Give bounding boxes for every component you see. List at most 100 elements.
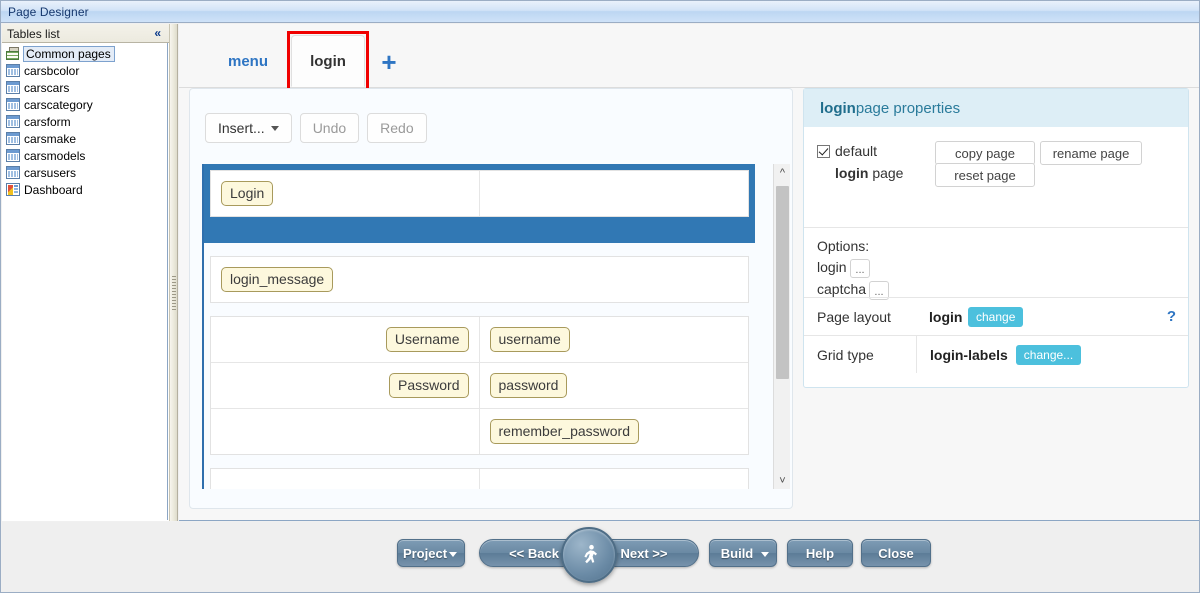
page-designer-window: Page Designer Tables list « Common pages… bbox=[0, 0, 1200, 593]
splitter-grip-icon bbox=[172, 276, 176, 310]
sidebar-item-carsmake[interactable]: carsmake bbox=[2, 130, 167, 147]
page-name-line: login page bbox=[835, 165, 903, 181]
sidebar-item-label: carsform bbox=[24, 115, 71, 129]
field-username[interactable]: username bbox=[490, 327, 570, 352]
field-login-message[interactable]: login_message bbox=[221, 267, 333, 292]
option-captcha-label: captcha bbox=[817, 281, 866, 297]
tab-login[interactable]: login bbox=[291, 35, 365, 87]
header-cell-right bbox=[480, 171, 749, 216]
page-properties-panel: login page properties default login page… bbox=[803, 88, 1189, 388]
canvas-vertical-scrollbar[interactable]: ^ ˅ bbox=[773, 164, 790, 489]
default-checkbox[interactable] bbox=[817, 145, 830, 158]
sidebar-item-label: carsmodels bbox=[24, 149, 85, 163]
table-icon bbox=[6, 166, 20, 179]
label-cell: Password bbox=[211, 363, 480, 408]
sidebar-item-carsform[interactable]: carsform bbox=[2, 113, 167, 130]
insert-button[interactable]: Insert... bbox=[205, 113, 292, 143]
common-pages-icon bbox=[6, 47, 20, 60]
table-row: remember_password bbox=[211, 408, 748, 454]
page-name-strong: login bbox=[835, 165, 868, 181]
copy-page-button[interactable]: copy page bbox=[935, 141, 1035, 165]
designer-toolbar: Insert... Undo Redo bbox=[205, 113, 427, 143]
properties-header: login page properties bbox=[804, 89, 1188, 127]
scroll-up-icon[interactable]: ^ bbox=[774, 164, 791, 181]
page-layout-change-button[interactable]: change bbox=[968, 307, 1023, 327]
sidebar-item-carsusers[interactable]: carsusers bbox=[2, 164, 167, 181]
sidebar-item-carscategory[interactable]: carscategory bbox=[2, 96, 167, 113]
chevron-down-icon bbox=[761, 552, 769, 557]
label-cell bbox=[211, 409, 480, 454]
field-username-label[interactable]: Username bbox=[386, 327, 469, 352]
sidebar-item-carsmodels[interactable]: carsmodels bbox=[2, 147, 167, 164]
properties-section-page-layout: Page layout login change ? bbox=[804, 297, 1188, 335]
add-page-icon[interactable]: + bbox=[375, 49, 403, 77]
build-button[interactable]: Build bbox=[709, 539, 777, 567]
close-button[interactable]: Close bbox=[861, 539, 931, 567]
next-block bbox=[204, 468, 755, 489]
message-cell: login_message bbox=[211, 257, 748, 302]
page-layout-canvas[interactable]: Login login_message bbox=[202, 164, 772, 489]
header-band: Login bbox=[204, 164, 755, 243]
option-login-button[interactable]: ... bbox=[850, 259, 870, 278]
grid-type-value: login-labels bbox=[930, 347, 1008, 363]
message-row: login_message bbox=[210, 256, 749, 303]
navigation-group: << Back Next >> bbox=[479, 539, 699, 567]
page-layout-label: Page layout bbox=[817, 309, 891, 325]
page-layout-content: Login login_message bbox=[202, 164, 755, 489]
table-icon bbox=[6, 64, 20, 77]
properties-section-page: default login page copy page rename page… bbox=[804, 127, 1188, 227]
window-titlebar: Page Designer bbox=[1, 1, 1199, 23]
sidebar-item-carsbcolor[interactable]: carsbcolor bbox=[2, 62, 167, 79]
tables-list-sidebar: Tables list « Common pages carsbcolor ca… bbox=[2, 24, 169, 521]
form-block: Username username Password bbox=[204, 316, 755, 455]
collapse-sidebar-icon[interactable]: « bbox=[154, 26, 161, 40]
dashboard-icon bbox=[6, 183, 20, 196]
table-row: Password password bbox=[211, 362, 748, 408]
help-question-icon[interactable]: ? bbox=[1167, 308, 1176, 325]
options-title: Options: bbox=[817, 238, 869, 254]
properties-header-suffix: page properties bbox=[856, 100, 960, 117]
sidebar-splitter[interactable] bbox=[169, 24, 178, 521]
main-content-area: menu login + Insert... Undo Redo bbox=[179, 24, 1199, 521]
run-button[interactable] bbox=[561, 527, 617, 583]
chevron-down-icon bbox=[449, 552, 457, 557]
sidebar-item-dashboard[interactable]: Dashboard bbox=[2, 181, 167, 198]
redo-button[interactable]: Redo bbox=[367, 113, 426, 143]
page-name-suffix: page bbox=[868, 165, 903, 181]
value-cell: remember_password bbox=[480, 409, 749, 454]
sidebar-item-label: carscars bbox=[24, 81, 69, 95]
table-icon bbox=[6, 81, 20, 94]
label-cell: Username bbox=[211, 317, 480, 362]
project-button[interactable]: Project bbox=[397, 539, 465, 567]
spacer bbox=[204, 303, 755, 316]
help-button[interactable]: Help bbox=[787, 539, 853, 567]
field-remember-password[interactable]: remember_password bbox=[490, 419, 640, 444]
properties-section-grid-type: Grid type login-labels change... bbox=[804, 335, 1188, 373]
properties-section-options: Options: login ... captcha ... bbox=[804, 227, 1188, 297]
sidebar-item-label: carsmake bbox=[24, 132, 76, 146]
value-cell: password bbox=[480, 363, 749, 408]
spacer bbox=[204, 243, 755, 256]
tables-tree: Common pages carsbcolor carscars carscat… bbox=[2, 43, 168, 520]
value-cell: username bbox=[480, 317, 749, 362]
grid-type-value-cell: login-labels change... bbox=[916, 336, 1188, 373]
scroll-down-icon[interactable]: ˅ bbox=[774, 472, 791, 489]
field-login[interactable]: Login bbox=[221, 181, 273, 206]
sidebar-header: Tables list « bbox=[2, 24, 169, 43]
scrollbar-thumb[interactable] bbox=[776, 186, 789, 379]
window-title: Page Designer bbox=[8, 5, 89, 19]
field-password-label[interactable]: Password bbox=[389, 373, 468, 398]
tab-menu[interactable]: menu bbox=[211, 35, 285, 87]
sidebar-item-common-pages[interactable]: Common pages bbox=[2, 45, 167, 62]
running-man-icon bbox=[577, 543, 601, 567]
sidebar-item-label: carscategory bbox=[24, 98, 93, 112]
table-row: Username username bbox=[211, 317, 748, 362]
sidebar-title: Tables list bbox=[7, 27, 60, 41]
rename-page-button[interactable]: rename page bbox=[1040, 141, 1142, 165]
chevron-down-icon bbox=[271, 126, 279, 131]
reset-page-button[interactable]: reset page bbox=[935, 163, 1035, 187]
grid-type-change-button[interactable]: change... bbox=[1016, 345, 1081, 365]
undo-button[interactable]: Undo bbox=[300, 113, 359, 143]
sidebar-item-carscars[interactable]: carscars bbox=[2, 79, 167, 96]
field-password[interactable]: password bbox=[490, 373, 568, 398]
